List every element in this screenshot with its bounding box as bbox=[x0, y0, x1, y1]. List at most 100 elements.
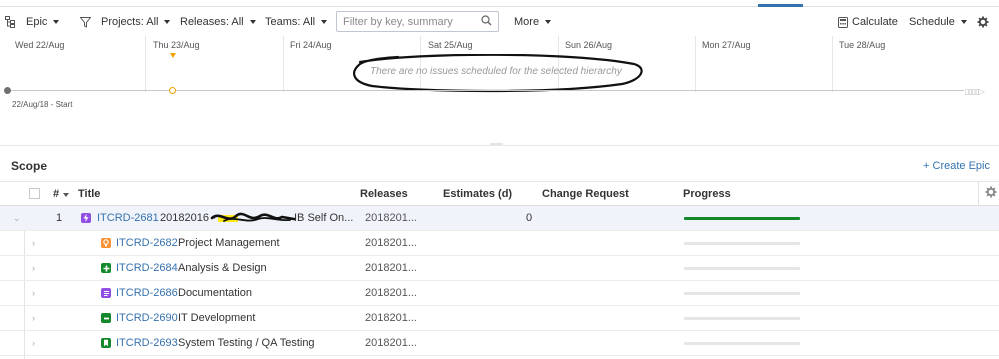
issue-summary-tail[interactable]: IB Self On... bbox=[294, 212, 353, 224]
chevron-down-icon bbox=[960, 20, 967, 24]
timeline-scroll-handle-icon[interactable]: ▯▯▯▯▷ bbox=[965, 87, 985, 96]
day-label: Thu 23/Aug bbox=[153, 40, 200, 50]
day-label: Tue 28/Aug bbox=[839, 40, 886, 50]
table-row[interactable]: › ITCRD-2693 System Testing / QA Testing… bbox=[0, 331, 999, 356]
expand-chevron-icon[interactable]: › bbox=[32, 288, 35, 298]
story-icon bbox=[101, 338, 111, 348]
development-icon bbox=[101, 313, 111, 323]
projects-filter[interactable]: Projects: All bbox=[101, 9, 171, 35]
release-cell[interactable]: 2018201... bbox=[365, 312, 417, 324]
settings-gear-icon[interactable] bbox=[977, 9, 989, 35]
day-label: Sun 26/Aug bbox=[565, 40, 613, 50]
progress-bar bbox=[684, 317, 800, 320]
chevron-down-icon bbox=[249, 20, 256, 24]
estimate-cell[interactable]: 0 bbox=[526, 212, 532, 224]
release-cell[interactable]: 2018201... bbox=[365, 262, 417, 274]
filter-icon[interactable] bbox=[80, 9, 91, 35]
splitter-grip-icon[interactable]: ═══ bbox=[490, 142, 503, 148]
teams-filter-label: Teams: All bbox=[265, 16, 316, 28]
progress-fill bbox=[684, 217, 800, 220]
chevron-down-icon bbox=[321, 20, 328, 24]
hierarchy-dropdown[interactable]: Epic bbox=[26, 9, 60, 35]
table-row[interactable]: › ITCRD-2690 IT Development 2018201... bbox=[0, 306, 999, 331]
chevron-down-icon bbox=[53, 20, 60, 24]
issue-summary[interactable]: System Testing / QA Testing bbox=[178, 337, 315, 349]
progress-bar bbox=[684, 267, 800, 270]
progress-bar bbox=[684, 342, 800, 345]
table-row[interactable]: › ITCRD-2684 Analysis & Design 2018201..… bbox=[0, 256, 999, 281]
more-dropdown[interactable]: More bbox=[514, 9, 552, 35]
calculate-label: Calculate bbox=[852, 16, 898, 28]
issue-key-link[interactable]: ITCRD-2693 bbox=[116, 337, 178, 349]
sort-caret-icon bbox=[63, 193, 70, 197]
teams-filter[interactable]: Teams: All bbox=[265, 9, 328, 35]
release-cell[interactable]: 2018201... bbox=[365, 212, 417, 224]
schedule-dropdown[interactable]: Schedule bbox=[909, 9, 967, 35]
column-header-progress[interactable]: Progress bbox=[683, 188, 731, 200]
issue-key-link[interactable]: ITCRD-2686 bbox=[116, 287, 178, 299]
scope-title: Scope bbox=[11, 159, 48, 173]
today-dot-marker[interactable] bbox=[169, 87, 176, 94]
release-cell[interactable]: 2018201... bbox=[365, 287, 417, 299]
documentation-icon bbox=[101, 288, 111, 298]
table-row[interactable]: › ITCRD-2682 Project Management 2018201.… bbox=[0, 231, 999, 256]
hierarchy-icon[interactable] bbox=[5, 9, 15, 35]
timeline-track bbox=[8, 90, 964, 91]
timeline-day: Tue 28/Aug bbox=[832, 36, 972, 92]
issue-key-link[interactable]: ITCRD-2690 bbox=[116, 312, 178, 324]
chevron-down-icon bbox=[545, 20, 552, 24]
column-header-number[interactable]: # bbox=[53, 188, 70, 200]
column-header-number-label: # bbox=[53, 188, 60, 200]
release-cell[interactable]: 2018201... bbox=[365, 337, 417, 349]
issue-summary[interactable]: Project Management bbox=[178, 237, 280, 249]
releases-filter[interactable]: Releases: All bbox=[180, 9, 256, 35]
empty-timeline-message: There are no issues scheduled for the se… bbox=[370, 66, 622, 77]
expand-chevron-icon[interactable]: › bbox=[32, 338, 35, 348]
scope-table-header: # Title Releases Estimates (d) Change Re… bbox=[0, 181, 999, 207]
issue-key-link[interactable]: ITCRD-2681 bbox=[97, 212, 159, 224]
top-border bbox=[0, 6, 999, 7]
issue-summary[interactable]: 20182016 - bbox=[160, 212, 216, 224]
expand-chevron-icon[interactable]: › bbox=[32, 313, 35, 323]
toolbar: Epic Projects: All Releases: All Teams: … bbox=[0, 9, 999, 35]
table-row[interactable]: › ITCRD-2686 Documentation 2018201... bbox=[0, 281, 999, 306]
collapse-chevron-icon[interactable]: ⌄ bbox=[13, 213, 21, 224]
new-feature-icon bbox=[101, 263, 111, 273]
search-box bbox=[336, 11, 499, 32]
table-row[interactable]: ⌄ 1 ITCRD-2681 20182016 - IB Self On... … bbox=[0, 206, 999, 231]
day-label: Wed 22/Aug bbox=[15, 40, 65, 50]
search-icon[interactable] bbox=[481, 15, 492, 29]
select-all-checkbox[interactable] bbox=[29, 188, 40, 199]
hierarchy-label: Epic bbox=[26, 16, 48, 28]
start-date-label: 22/Aug/18 - Start bbox=[12, 100, 73, 109]
search-input[interactable] bbox=[337, 12, 477, 31]
day-label: Mon 27/Aug bbox=[702, 40, 751, 50]
idea-icon bbox=[101, 238, 111, 248]
calculate-button[interactable]: Calculate bbox=[838, 9, 898, 35]
chevron-down-icon bbox=[164, 20, 171, 24]
expand-chevron-icon[interactable]: › bbox=[32, 263, 35, 273]
release-cell[interactable]: 2018201... bbox=[365, 237, 417, 249]
epic-icon bbox=[81, 213, 91, 223]
column-header-change-request[interactable]: Change Request bbox=[542, 188, 629, 200]
issue-summary[interactable]: Analysis & Design bbox=[178, 262, 267, 274]
column-divider bbox=[978, 182, 979, 207]
timeline: Wed 22/Aug Thu 23/Aug Fri 24/Aug Sat 25/… bbox=[0, 36, 999, 124]
create-epic-link[interactable]: + Create Epic bbox=[923, 160, 990, 172]
expand-chevron-icon[interactable]: › bbox=[32, 238, 35, 248]
column-header-releases[interactable]: Releases bbox=[360, 188, 408, 200]
issue-summary[interactable]: Documentation bbox=[178, 287, 252, 299]
today-marker-icon bbox=[170, 53, 176, 58]
day-label: Fri 24/Aug bbox=[290, 40, 332, 50]
progress-bar bbox=[684, 242, 800, 245]
issue-summary[interactable]: IT Development bbox=[178, 312, 255, 324]
timeline-day: Thu 23/Aug bbox=[145, 36, 283, 92]
column-header-title[interactable]: Title bbox=[78, 188, 100, 200]
progress-bar bbox=[684, 292, 800, 295]
issue-key-link[interactable]: ITCRD-2682 bbox=[116, 237, 178, 249]
issue-key-link[interactable]: ITCRD-2684 bbox=[116, 262, 178, 274]
column-header-estimates[interactable]: Estimates (d) bbox=[443, 188, 512, 200]
start-marker[interactable] bbox=[4, 87, 11, 94]
column-settings-gear-icon[interactable] bbox=[985, 186, 997, 201]
projects-filter-label: Projects: All bbox=[101, 16, 159, 28]
